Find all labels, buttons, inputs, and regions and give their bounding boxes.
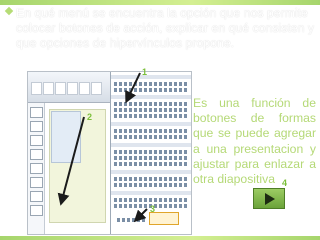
slide-thumbnail [30,191,43,202]
slide-thumbnail [30,149,43,160]
ribbon [28,72,110,103]
shape-row [114,102,189,106]
play-triangle-icon [265,193,275,205]
shape-row [114,198,189,202]
ribbon-button [79,82,90,95]
shape-row [114,88,189,92]
question-text: En qué menú se encuentra la opción que n… [16,6,315,50]
slide: En qué menú se encuentra la opción que n… [0,0,320,240]
callout-number-2: 2 [87,112,93,122]
shape-row [117,218,147,222]
slide-thumbnail [30,163,43,174]
slide-canvas [45,103,110,234]
description-text: Es una función de botones de formas que … [193,96,316,187]
shape-row [114,156,189,160]
gallery-section-header [111,170,191,174]
embedded-screenshot [27,71,192,235]
shape-row [114,108,189,112]
top-accent-bar [0,0,320,5]
ribbon-button [67,82,78,95]
slide-thumbnail [30,205,43,216]
shape-row [114,150,189,154]
gallery-section-header [111,75,191,79]
slide-thumbnails [28,103,45,234]
shape-row [114,162,189,166]
action-button[interactable] [253,188,285,209]
slide-thumbnail [30,121,43,132]
shape-row [114,82,189,86]
slide-thumbnail [30,135,43,146]
shape-row [114,129,189,133]
dialog-panel [51,111,81,163]
ribbon-button [43,82,54,95]
gallery-section-header [111,95,191,99]
shape-row [114,177,189,181]
ribbon-button [31,82,42,95]
shape-row [114,183,189,187]
gallery-section-header [111,122,191,126]
shape-row [114,135,189,139]
gallery-section-header [111,143,191,147]
slide-thumbnail [30,177,43,188]
callout-number-3: 3 [150,204,156,214]
diamond-bullet-icon [4,6,14,16]
callout-number-1: 1 [142,67,148,77]
ribbon-button [55,82,66,95]
slide-thumbnail [30,107,43,118]
ribbon-button [91,82,102,95]
bottom-accent-bar [0,236,320,240]
gallery-section-header [111,191,191,195]
shape-row [114,114,189,118]
